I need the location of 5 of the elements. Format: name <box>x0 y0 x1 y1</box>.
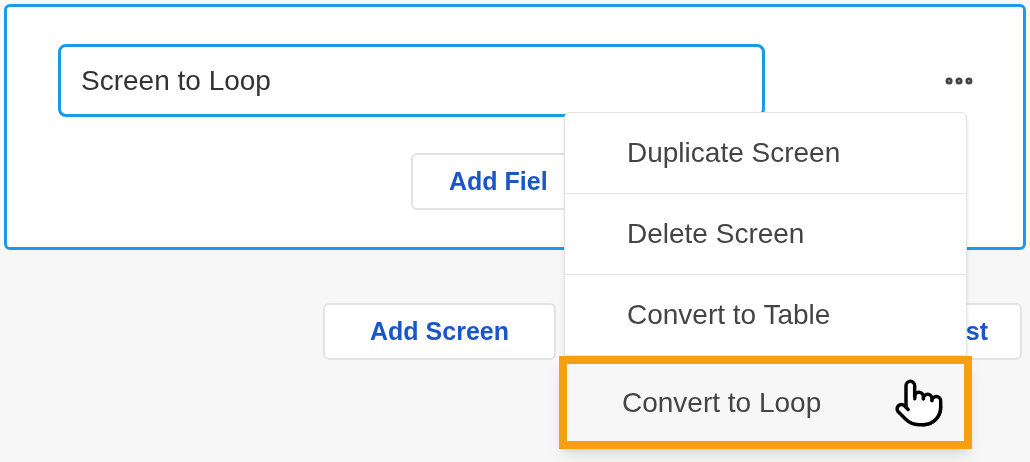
menu-item[interactable]: Duplicate Screen <box>565 113 966 194</box>
screen-name-field[interactable]: Screen to Loop <box>58 44 765 117</box>
menu-item[interactable]: Delete Screen <box>565 194 966 275</box>
menu-item[interactable]: Convert to Loop <box>559 356 972 449</box>
add-screen-button[interactable]: Add Screen <box>323 303 556 360</box>
